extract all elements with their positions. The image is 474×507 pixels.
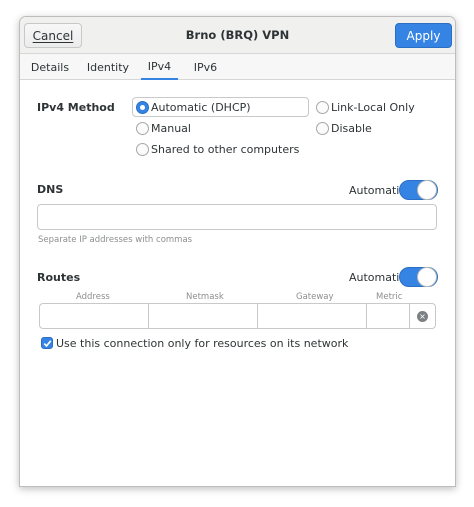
vpn-settings-dialog: Cancel Brno (BRQ) VPN Apply Details Iden… — [19, 16, 456, 487]
radio-disable[interactable] — [316, 122, 329, 135]
column-header-gateway: Gateway — [296, 292, 334, 302]
ipv4-method-label: IPv4 Method — [37, 101, 115, 114]
dns-label: DNS — [37, 183, 64, 196]
dns-automatic-label: Automatic — [349, 184, 406, 197]
clear-icon[interactable]: × — [417, 311, 428, 322]
switch-knob — [417, 180, 437, 200]
routes-label: Routes — [37, 271, 81, 284]
radio-link-local-only[interactable] — [316, 101, 329, 114]
tab-ipv6[interactable]: IPv6 — [187, 54, 224, 80]
only-resources-label[interactable]: Use this connection only for resources o… — [56, 337, 348, 350]
check-icon — [43, 340, 52, 348]
radio-manual-label[interactable]: Manual — [151, 122, 191, 135]
dialog-title: Brno (BRQ) VPN — [185, 28, 290, 42]
route-netmask-input[interactable] — [149, 304, 258, 328]
routes-automatic-label: Automatic — [349, 271, 406, 284]
tab-ipv4[interactable]: IPv4 — [141, 54, 178, 80]
radio-automatic-dhcp[interactable] — [136, 101, 149, 114]
switch-knob — [417, 267, 437, 287]
route-row: × — [39, 303, 436, 329]
dns-hint: Separate IP addresses with commas — [38, 235, 193, 245]
radio-automatic-dhcp-label[interactable]: Automatic (DHCP) — [151, 101, 251, 114]
column-header-address: Address — [76, 292, 110, 302]
tab-bar: Details Identity IPv4 IPv6 — [20, 54, 455, 80]
radio-shared[interactable] — [136, 143, 149, 156]
header-bar: Cancel Brno (BRQ) VPN Apply — [20, 17, 455, 54]
route-address-input[interactable] — [40, 304, 149, 328]
radio-shared-label[interactable]: Shared to other computers — [151, 143, 299, 156]
column-header-netmask: Netmask — [186, 292, 224, 302]
dns-input[interactable] — [37, 204, 437, 230]
radio-disable-label[interactable]: Disable — [331, 122, 372, 135]
apply-button[interactable]: Apply — [395, 23, 452, 48]
route-gateway-input[interactable] — [258, 304, 367, 328]
radio-link-local-only-label[interactable]: Link-Local Only — [331, 101, 415, 114]
radio-manual[interactable] — [136, 122, 149, 135]
column-header-metric: Metric — [376, 292, 403, 302]
route-metric-input[interactable] — [367, 304, 410, 328]
tab-identity[interactable]: Identity — [82, 54, 134, 80]
dns-automatic-switch[interactable] — [399, 180, 438, 200]
only-resources-checkbox[interactable] — [41, 337, 53, 349]
routes-automatic-switch[interactable] — [399, 267, 438, 287]
tab-details[interactable]: Details — [26, 54, 74, 80]
